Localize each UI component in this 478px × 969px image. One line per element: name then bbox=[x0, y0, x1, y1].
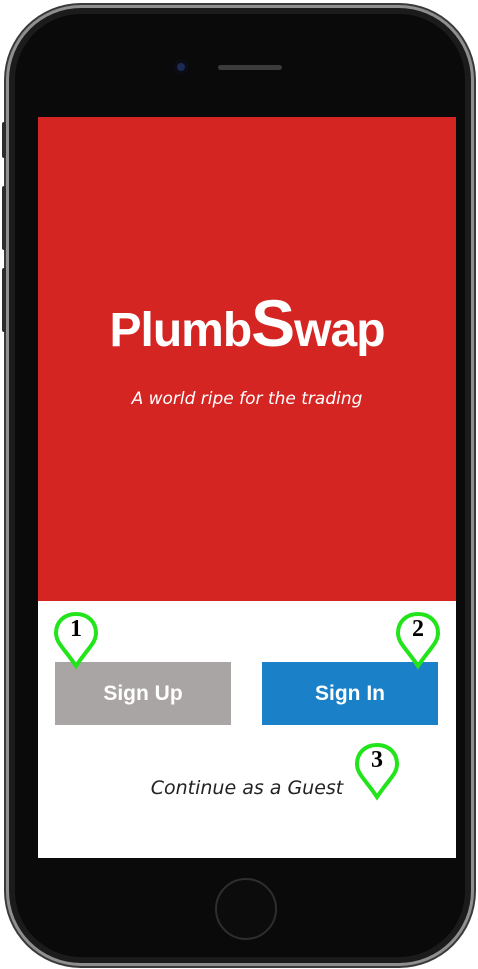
home-button bbox=[215, 878, 277, 940]
marker-number: 2 bbox=[412, 616, 424, 642]
marker-number: 3 bbox=[371, 747, 383, 773]
logo-text-s: S bbox=[251, 286, 295, 360]
logo-text-plumb: Plumb bbox=[109, 304, 252, 357]
marker-number: 1 bbox=[70, 616, 82, 642]
logo-text-wap: wap bbox=[294, 304, 385, 357]
tagline: A world ripe for the trading bbox=[131, 389, 363, 409]
annotation-marker-3: 3 bbox=[353, 741, 401, 801]
earpiece-speaker bbox=[218, 65, 282, 70]
app-logo: PlumbSwap bbox=[38, 285, 456, 361]
volume-up-button bbox=[2, 186, 6, 250]
mute-switch bbox=[2, 122, 6, 158]
volume-down-button bbox=[2, 268, 6, 332]
sign-up-button[interactable]: Sign Up bbox=[55, 662, 231, 725]
sign-in-button[interactable]: Sign In bbox=[262, 662, 438, 725]
annotation-marker-2: 2 bbox=[394, 610, 442, 670]
hero-banner: PlumbSwap A world ripe for the trading bbox=[38, 117, 456, 601]
front-camera-icon bbox=[174, 60, 188, 74]
annotation-marker-1: 1 bbox=[52, 610, 100, 670]
